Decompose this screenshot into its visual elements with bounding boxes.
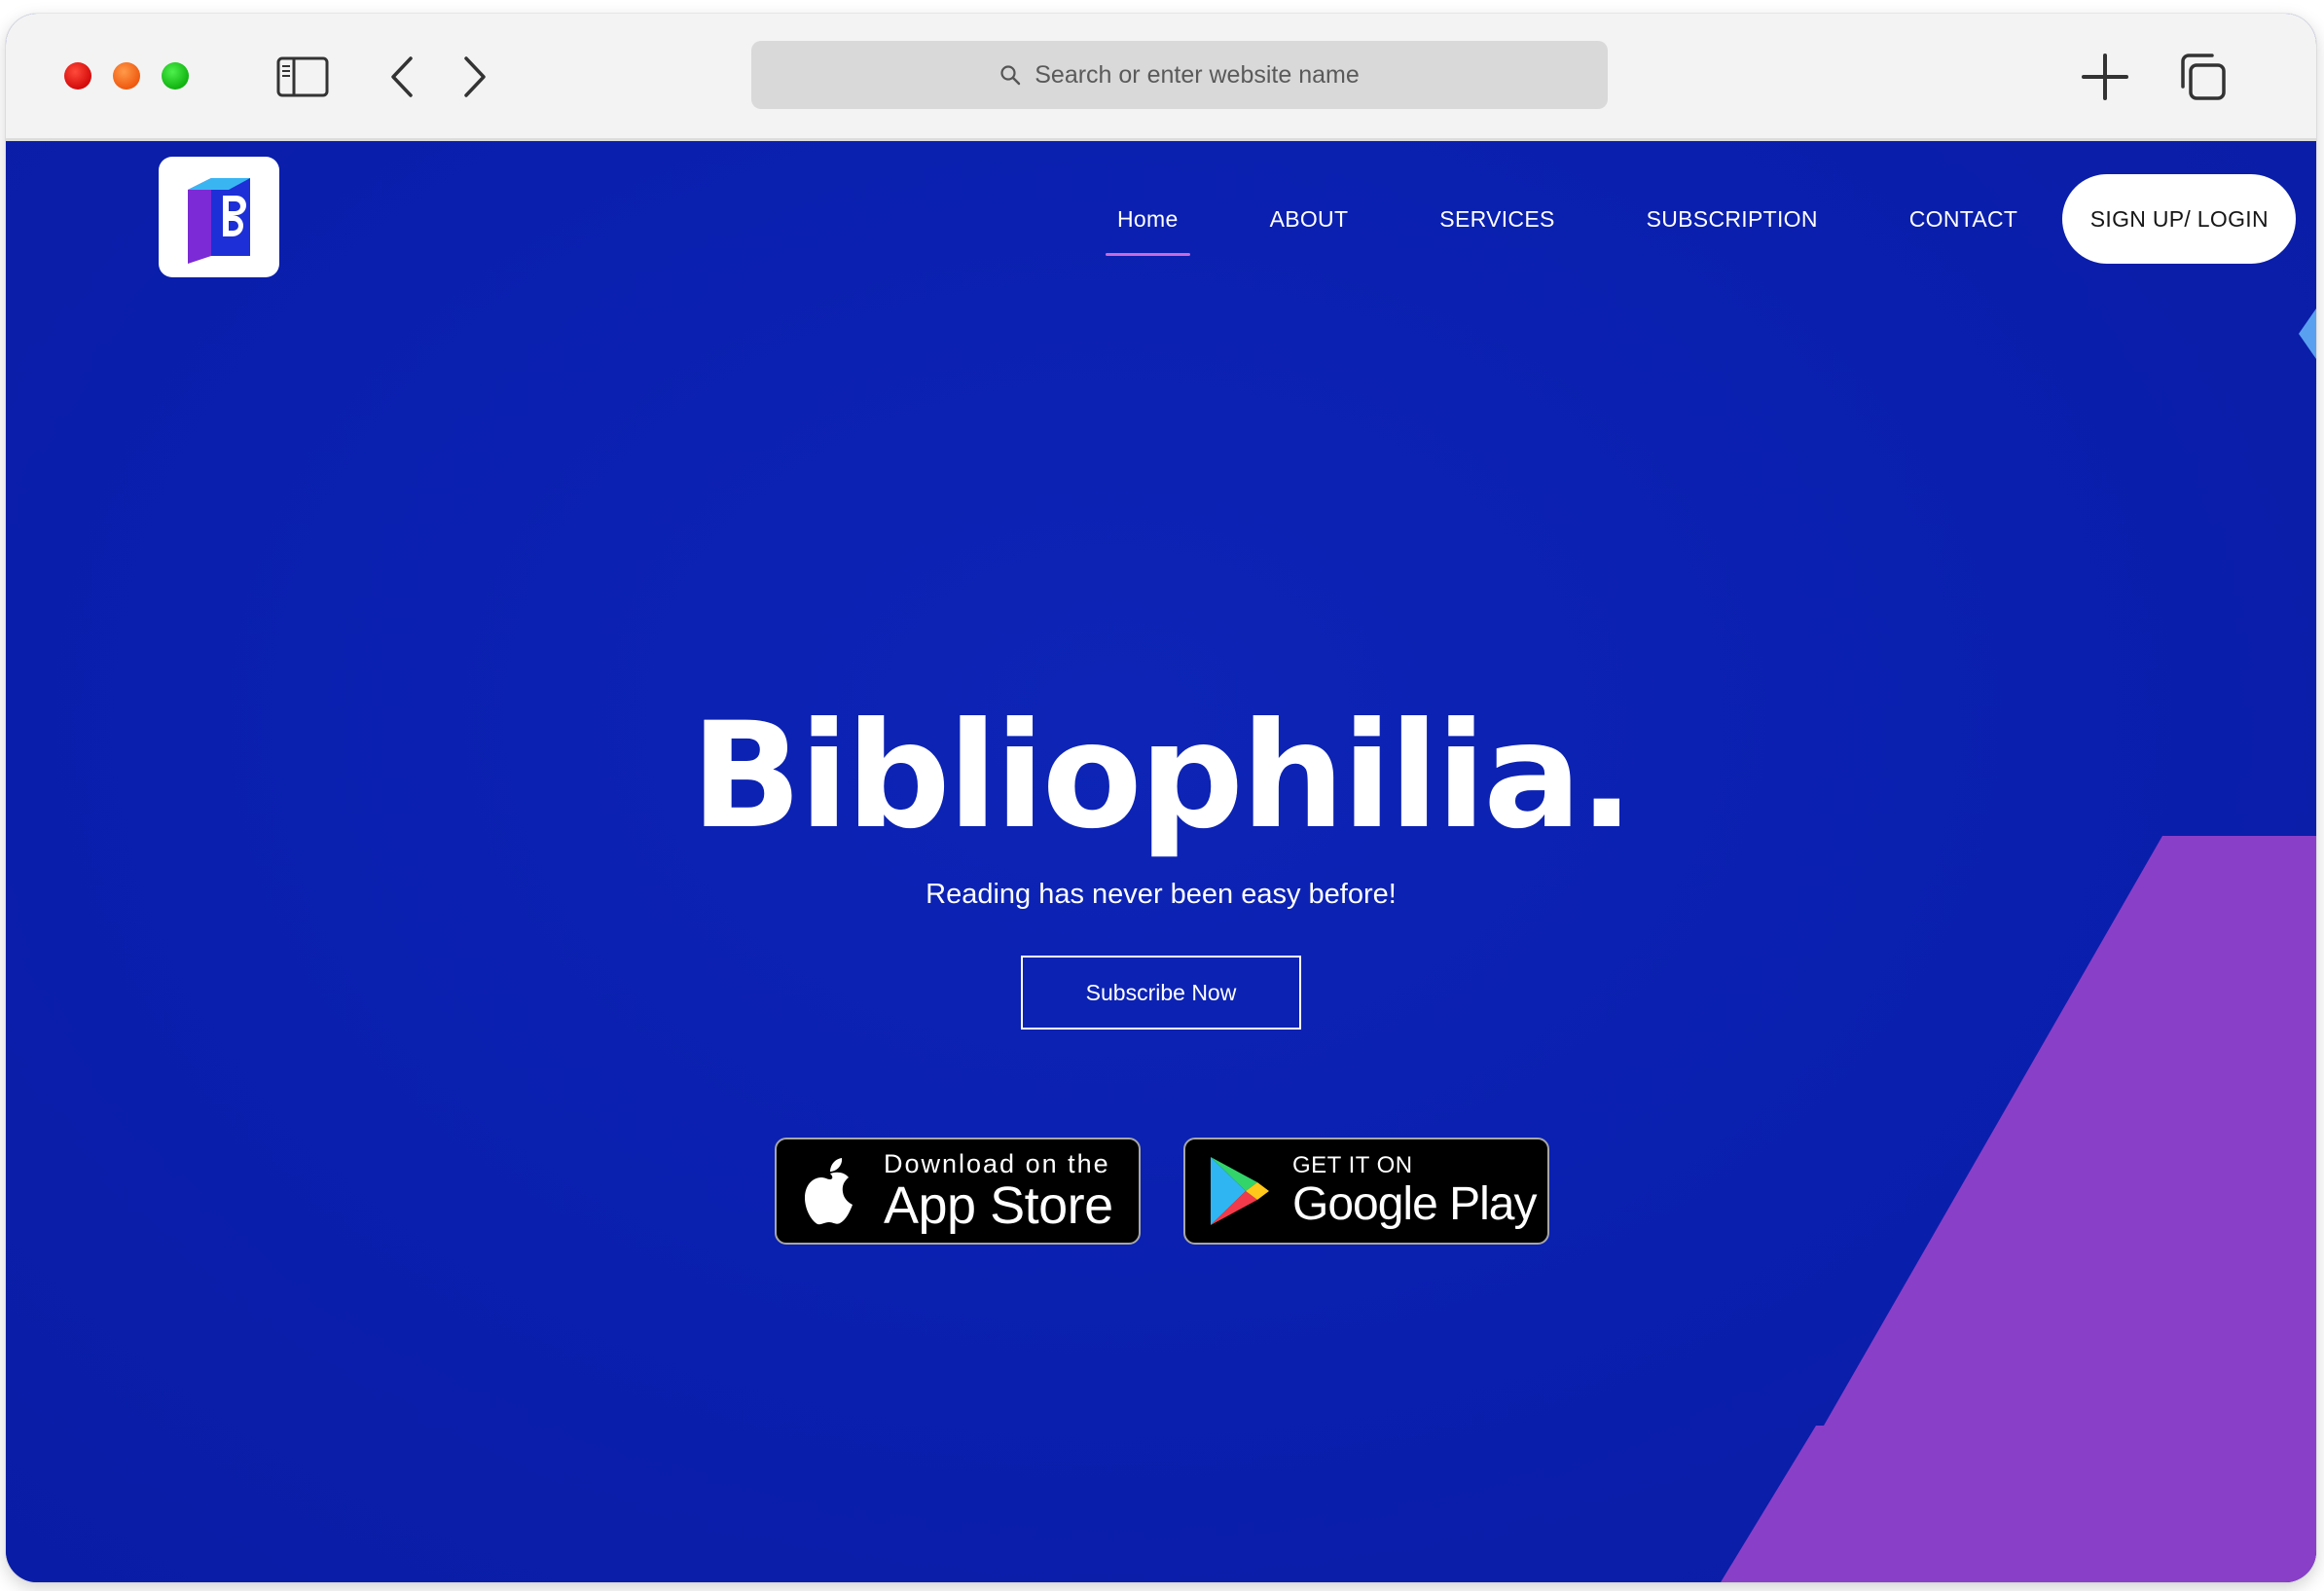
- nav-contact[interactable]: CONTACT: [1898, 197, 2030, 242]
- web-page: Home ABOUT SERVICES SUBSCRIPTION CONTACT…: [6, 141, 2316, 1582]
- google-play-icon: [1185, 1155, 1292, 1227]
- nav-about[interactable]: ABOUT: [1258, 197, 1361, 242]
- close-window-button[interactable]: [64, 62, 91, 90]
- apple-icon: [777, 1156, 884, 1226]
- nav-subscription[interactable]: SUBSCRIPTION: [1635, 197, 1830, 242]
- subscribe-now-button[interactable]: Subscribe Now: [1021, 956, 1301, 1030]
- hero-title: Bibliophilia.: [690, 692, 1635, 861]
- nav-services[interactable]: SERVICES: [1428, 197, 1566, 242]
- maximize-window-button[interactable]: [162, 62, 189, 90]
- site-logo[interactable]: [159, 157, 279, 277]
- app-store-badge-big: App Store: [884, 1176, 1113, 1235]
- decorative-purple-shape: [1721, 836, 2316, 1582]
- signup-login-button[interactable]: SIGN UP/ LOGIN: [2062, 174, 2297, 264]
- hero-subtitle: Reading has never been easy before!: [926, 879, 1397, 910]
- search-icon: [999, 64, 1021, 86]
- browser-toolbar: Search or enter website name: [6, 14, 2316, 141]
- sidebar-icon[interactable]: [276, 51, 329, 103]
- chevron-right-icon[interactable]: [449, 51, 501, 103]
- book-logo-icon: [188, 178, 250, 264]
- google-play-badge-big: Google Play: [1292, 1178, 1537, 1230]
- browser-window: Search or enter website name Home ABOUT …: [6, 14, 2316, 1582]
- google-play-badge-small: GET IT ON: [1292, 1152, 1413, 1178]
- nav-home[interactable]: Home: [1106, 197, 1190, 256]
- app-store-badge[interactable]: Download on the App Store: [775, 1138, 1141, 1245]
- tabs-overview-icon[interactable]: [2176, 51, 2229, 103]
- plus-icon[interactable]: [2079, 51, 2131, 103]
- google-play-badge[interactable]: GET IT ON Google Play: [1183, 1138, 1549, 1245]
- address-bar-placeholder: Search or enter website name: [1035, 60, 1360, 89]
- main-nav: Home ABOUT SERVICES SUBSCRIPTION CONTACT…: [1106, 141, 2297, 297]
- app-store-badge-small: Download on the: [884, 1149, 1110, 1178]
- chevron-left-icon[interactable]: [376, 51, 428, 103]
- address-bar[interactable]: Search or enter website name: [751, 41, 1608, 109]
- minimize-window-button[interactable]: [113, 62, 140, 90]
